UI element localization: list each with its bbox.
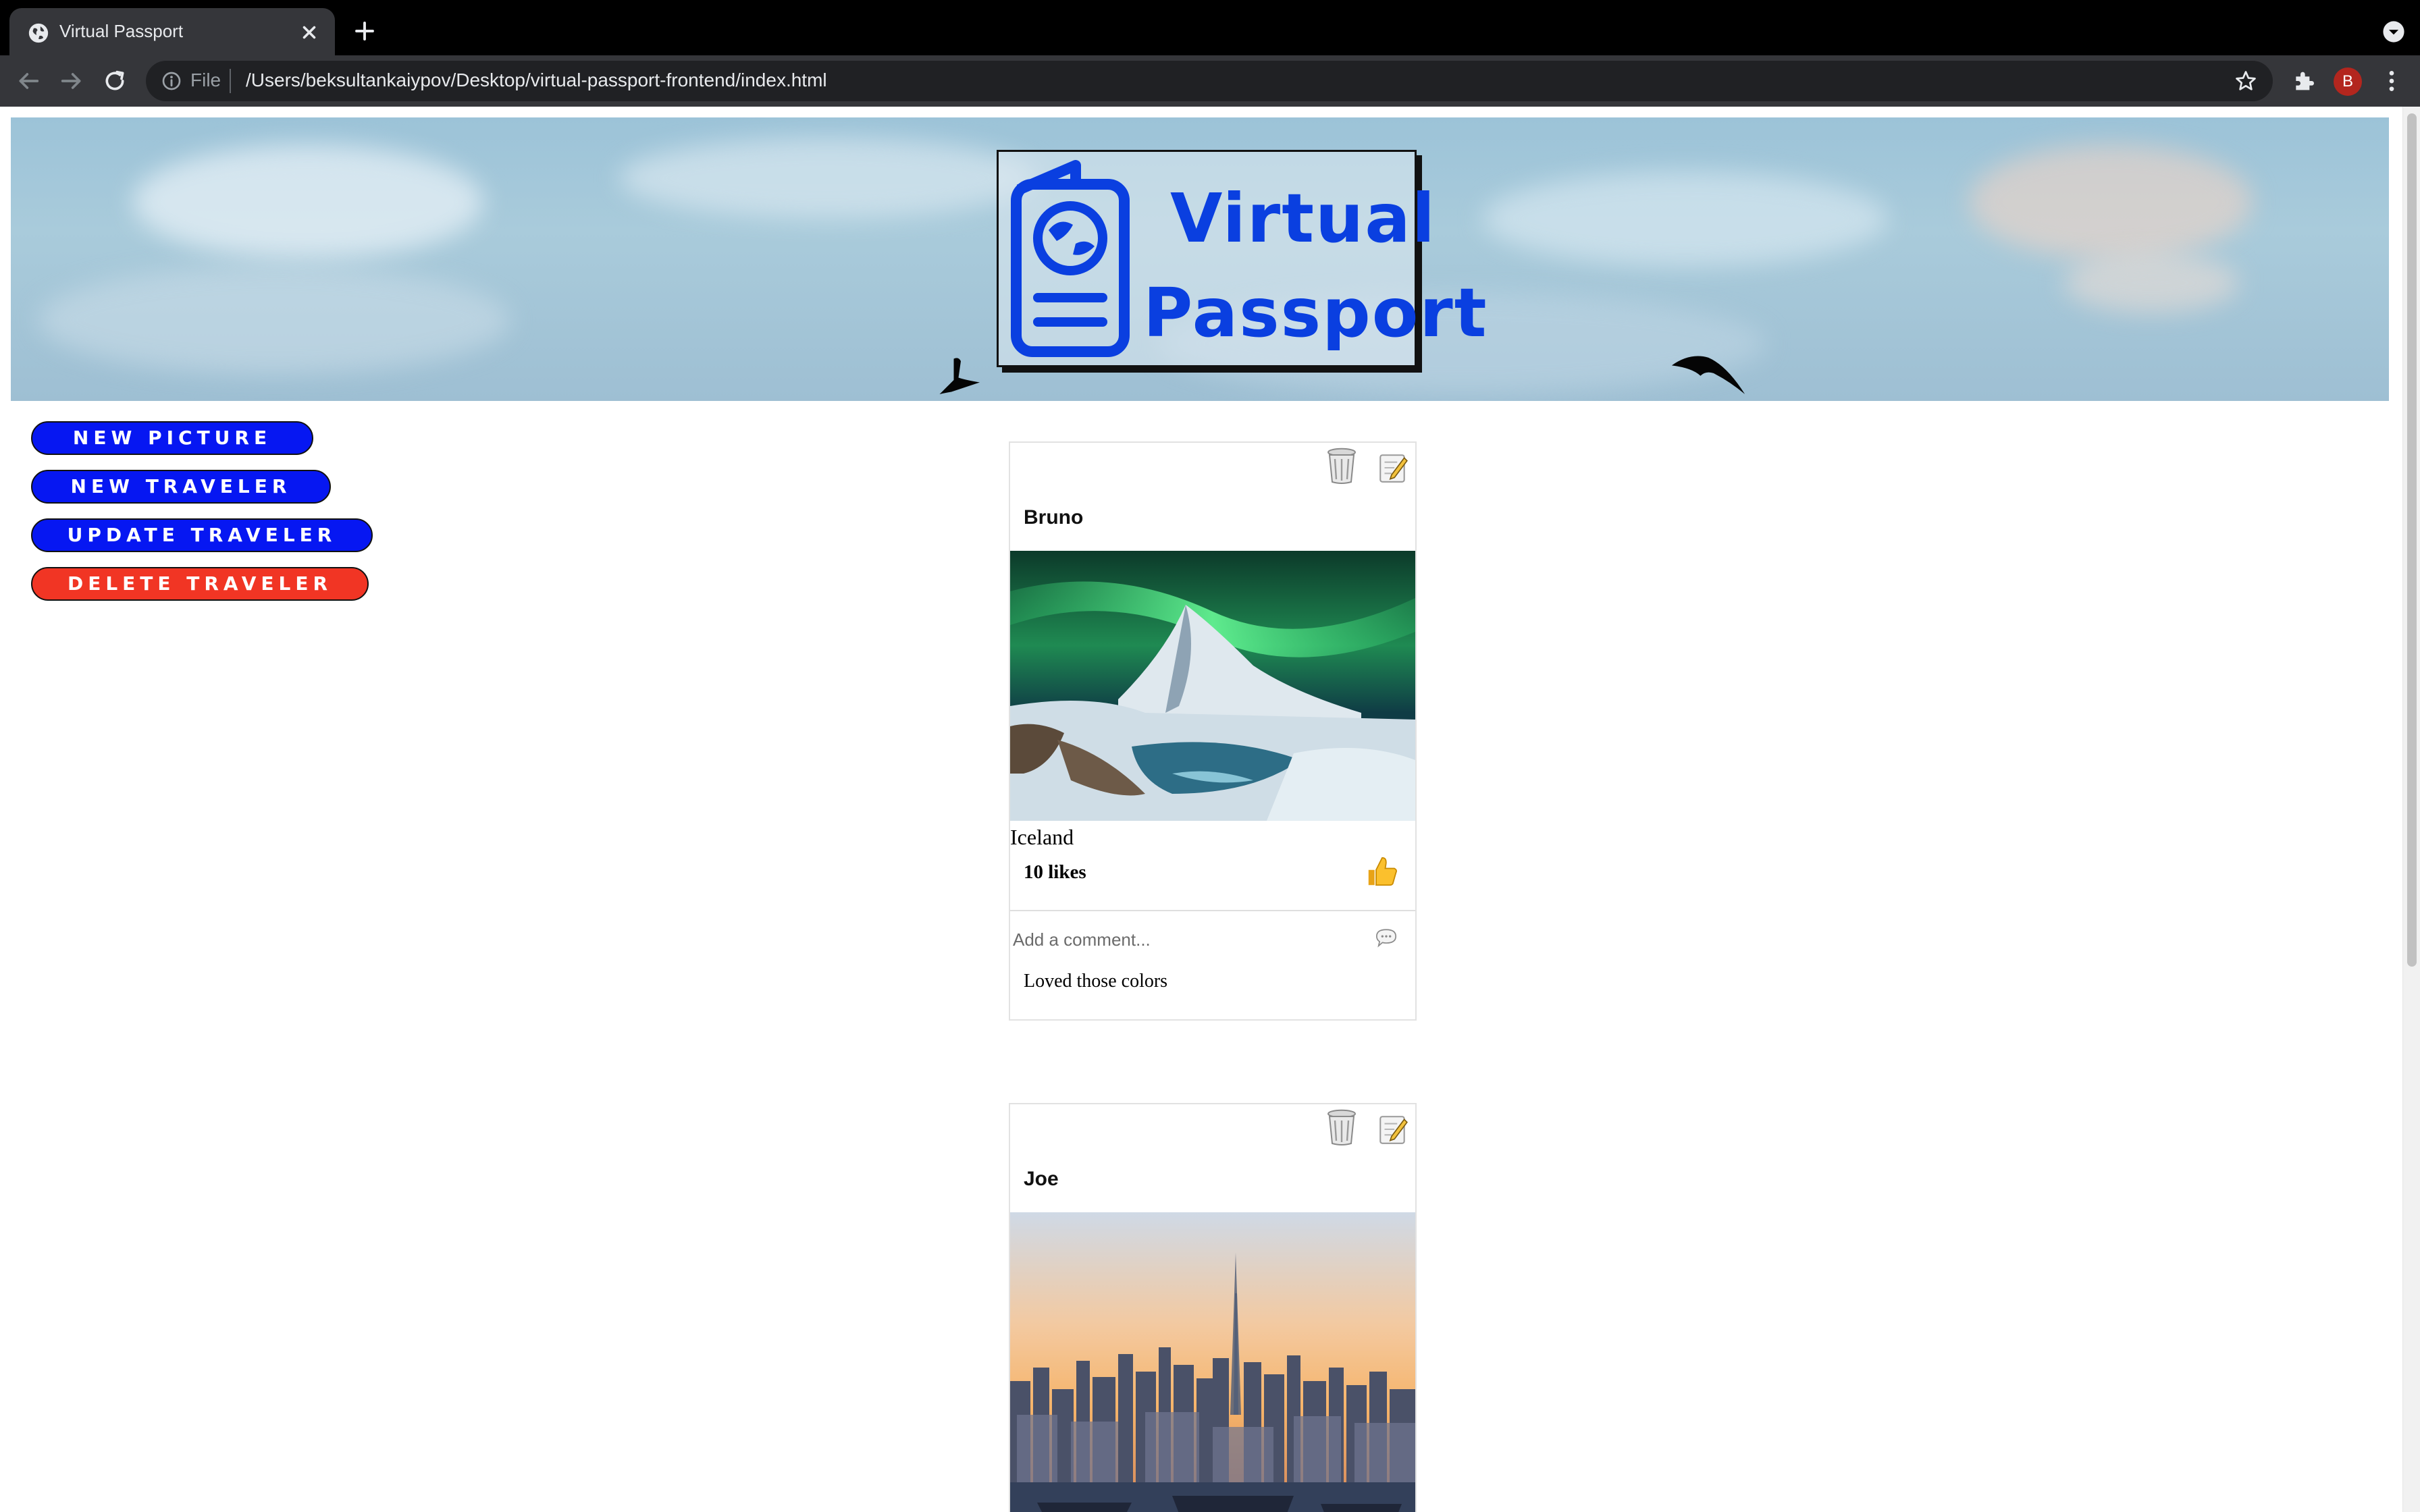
close-icon[interactable] bbox=[297, 20, 321, 45]
traveler-name: Bruno bbox=[1024, 506, 1084, 529]
virtual-passport-logo: Virtual Passport bbox=[997, 150, 1487, 367]
cloud-shape bbox=[1969, 144, 2253, 259]
reload-icon[interactable] bbox=[101, 68, 128, 94]
delete-traveler-button[interactable]: DELETE TRAVELER bbox=[31, 567, 369, 601]
header-banner: Virtual Passport bbox=[11, 117, 2389, 401]
address-bar[interactable]: File /Users/beksultankaiypov/Desktop/vir… bbox=[146, 61, 2273, 101]
cloud-shape bbox=[619, 138, 1037, 219]
card-divider bbox=[1010, 910, 1415, 911]
photo-location: Iceland bbox=[1010, 825, 1074, 849]
scrollbar-thumb[interactable] bbox=[2407, 113, 2417, 967]
kebab-menu-icon[interactable] bbox=[2378, 68, 2405, 94]
new-picture-button[interactable]: NEW PICTURE bbox=[31, 421, 313, 455]
globe-icon bbox=[28, 23, 49, 43]
url-separator bbox=[230, 69, 231, 93]
browser-tab[interactable]: Virtual Passport bbox=[9, 8, 335, 57]
cloud-shape bbox=[2063, 252, 2239, 313]
traveler-name: Joe bbox=[1024, 1168, 1059, 1190]
bird-silhouette-icon bbox=[1671, 356, 1745, 394]
url-scheme: File bbox=[190, 70, 221, 90]
speech-bubble-icon[interactable] bbox=[1375, 927, 1398, 949]
trash-can-icon[interactable] bbox=[1325, 447, 1359, 485]
browser-toolbar: File /Users/beksultankaiypov/Desktop/vir… bbox=[0, 55, 2420, 107]
tab-title: Virtual Passport bbox=[59, 21, 184, 41]
comment-item: Loved those colors bbox=[1024, 971, 1168, 992]
logo-title-line1: Virtual bbox=[1170, 179, 1436, 258]
tab-search-chevron-icon[interactable] bbox=[2382, 20, 2405, 43]
back-arrow-icon[interactable] bbox=[15, 68, 42, 94]
update-traveler-button[interactable]: UPDATE TRAVELER bbox=[31, 518, 373, 552]
edit-memo-icon[interactable] bbox=[1376, 451, 1410, 485]
info-icon[interactable] bbox=[161, 70, 182, 92]
logo-title-line2: Passport bbox=[1143, 273, 1488, 352]
new-traveler-button[interactable]: NEW TRAVELER bbox=[31, 470, 331, 504]
bookmark-star-icon[interactable] bbox=[2234, 69, 2258, 93]
trash-can-icon[interactable] bbox=[1325, 1108, 1359, 1146]
post-card: Bruno Iceland 10 likes Add a comment... … bbox=[1009, 441, 1417, 1021]
forward-arrow-icon[interactable] bbox=[58, 68, 85, 94]
passport-book-icon bbox=[1011, 160, 1130, 357]
bird-silhouette-icon bbox=[939, 358, 980, 394]
extensions-puzzle-icon[interactable] bbox=[2290, 68, 2317, 94]
new-tab-plus-icon[interactable] bbox=[352, 19, 377, 43]
cloud-shape bbox=[132, 144, 483, 259]
url-text[interactable]: /Users/beksultankaiypov/Desktop/virtual-… bbox=[246, 70, 827, 91]
browser-tab-strip: Virtual Passport bbox=[0, 0, 2420, 57]
page-viewport: Virtual Passport NEW PICTURE NEW TRAVELE… bbox=[0, 107, 2420, 1512]
cloud-shape bbox=[1483, 171, 1888, 266]
thumbs-up-icon[interactable] bbox=[1364, 853, 1400, 890]
post-card: Joe bbox=[1009, 1103, 1417, 1512]
page-scrollbar[interactable] bbox=[2402, 107, 2420, 1512]
comment-input[interactable] bbox=[1013, 925, 1364, 954]
post-photo[interactable] bbox=[1010, 1212, 1415, 1512]
edit-memo-icon[interactable] bbox=[1376, 1112, 1410, 1146]
profile-avatar[interactable]: B bbox=[2334, 68, 2362, 96]
cloud-shape bbox=[38, 266, 510, 374]
likes-count: 10 likes bbox=[1024, 861, 1086, 883]
post-photo[interactable] bbox=[1010, 551, 1415, 821]
